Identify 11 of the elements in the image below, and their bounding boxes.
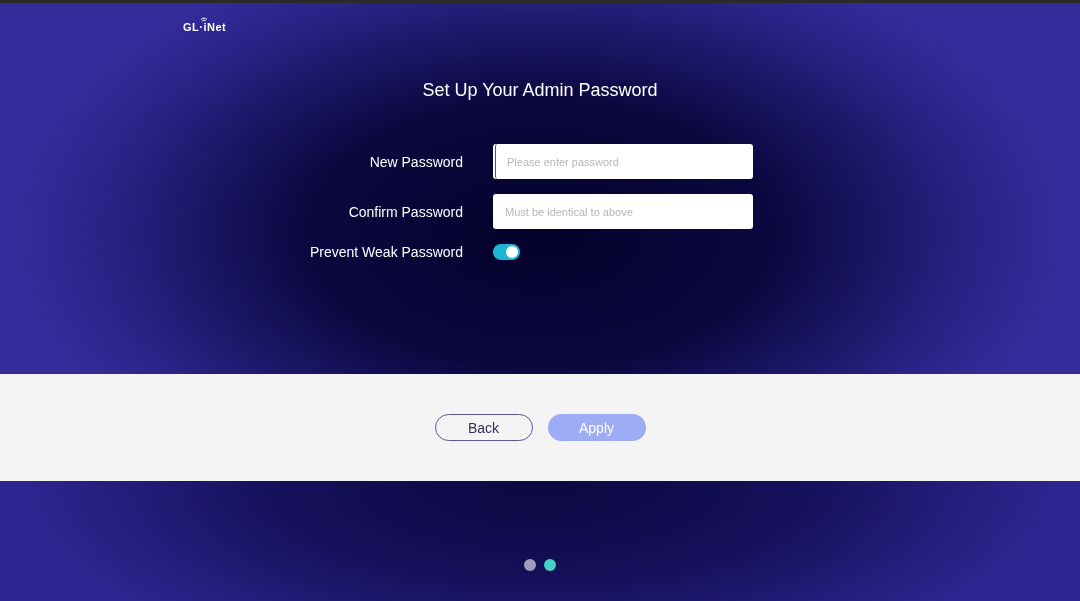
logo: GL·iNet (183, 21, 227, 33)
toggle-switch[interactable] (493, 244, 520, 260)
toggle-label: Prevent Weak Password (309, 244, 463, 260)
password-field[interactable]: Please enter password (493, 144, 753, 179)
password-field[interactable]: Must be identical to above (493, 194, 753, 229)
wifi-icon (200, 17, 208, 23)
field-label: Confirm Password (348, 203, 463, 220)
step-dot[interactable] (524, 559, 536, 571)
page-title: Set Up Your Admin Password (421, 80, 659, 101)
field-label: New Password (369, 153, 463, 170)
step-dot[interactable] (544, 559, 556, 571)
